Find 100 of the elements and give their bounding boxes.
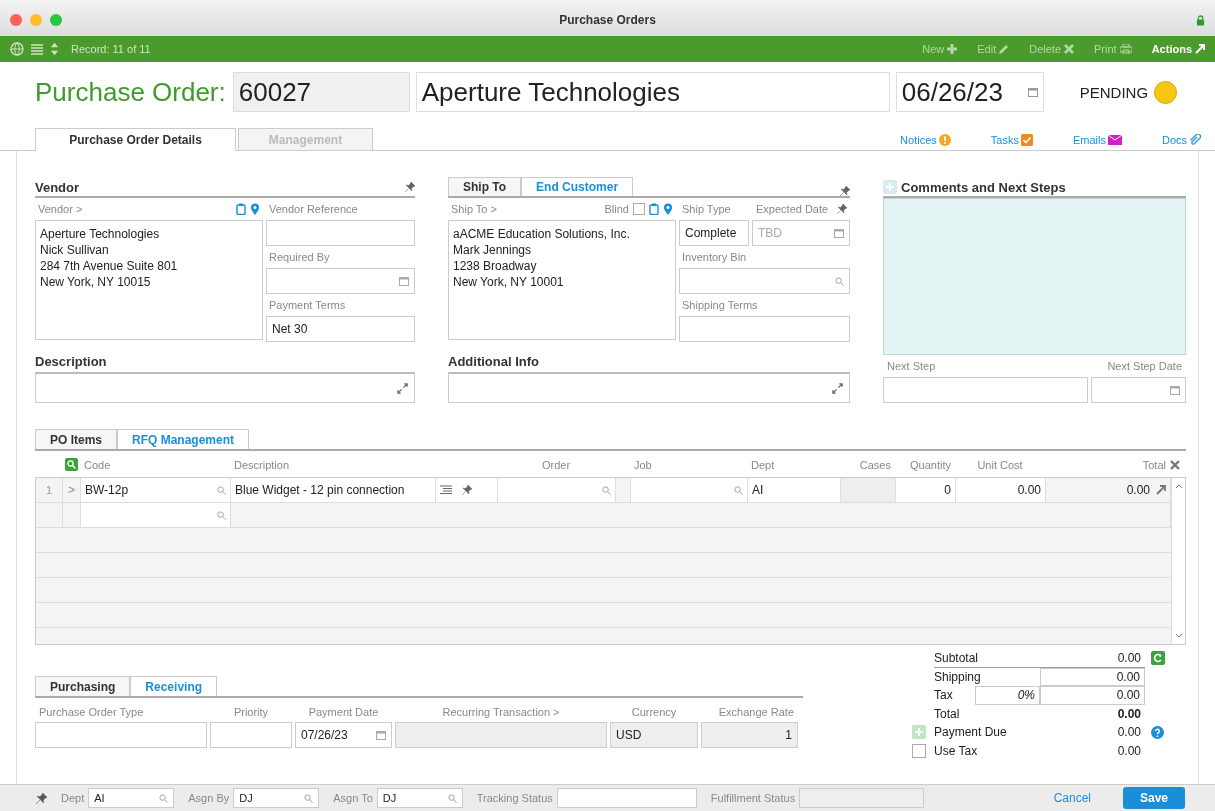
search-icon[interactable] xyxy=(447,793,457,803)
location-pin-icon[interactable] xyxy=(663,203,673,215)
save-button[interactable]: Save xyxy=(1123,787,1185,809)
toolbar-button[interactable]: Actions xyxy=(1151,43,1205,55)
shipping-field[interactable]: 0.00 xyxy=(1040,667,1145,686)
next-step-field[interactable] xyxy=(883,377,1088,403)
field-label[interactable]: Ship To > xyxy=(451,203,497,215)
table-cell[interactable]: BW-12p xyxy=(81,478,231,502)
search-icon[interactable] xyxy=(835,276,844,286)
up-down-icon[interactable] xyxy=(50,42,59,56)
pin-icon[interactable] xyxy=(840,186,850,196)
input-field[interactable] xyxy=(266,268,415,294)
code-entry-field[interactable] xyxy=(81,503,231,527)
zoom-button[interactable] xyxy=(50,14,62,26)
input-field[interactable] xyxy=(266,220,415,246)
tab[interactable]: Receiving xyxy=(130,676,218,696)
close-button[interactable] xyxy=(10,14,22,26)
table-cell[interactable]: Blue Widget - 12 pin connection xyxy=(231,478,436,502)
list-icon[interactable] xyxy=(30,43,44,55)
input-field[interactable] xyxy=(799,788,925,808)
vendor-name-field[interactable]: Aperture Technologies xyxy=(415,72,890,112)
next-step-date-field[interactable] xyxy=(1091,377,1186,403)
calendar-icon[interactable] xyxy=(834,228,844,238)
header-link[interactable]: Notices xyxy=(900,134,951,150)
input-field[interactable]: DJ xyxy=(376,788,463,808)
calendar-icon[interactable] xyxy=(399,276,409,286)
clipboard-icon[interactable] xyxy=(649,203,659,215)
blind-checkbox[interactable] xyxy=(633,203,645,215)
help-icon[interactable] xyxy=(1151,725,1164,739)
table-cell[interactable]: AI xyxy=(748,478,841,502)
calendar-icon[interactable] xyxy=(376,730,386,740)
order-number-field[interactable]: 60027 xyxy=(232,72,410,112)
tax-field[interactable]: 0.00 xyxy=(1040,686,1145,705)
input-field[interactable]: DJ xyxy=(233,788,320,808)
scrollbar[interactable] xyxy=(1171,478,1185,644)
pin-icon[interactable] xyxy=(405,182,415,192)
location-pin-icon[interactable] xyxy=(250,203,260,215)
field-label: Exchange Rate xyxy=(717,705,795,720)
vendor-address-field[interactable]: Aperture Technologies Nick Sullivan 284 7th Avenue Suite 801 New York, NY 10015 xyxy=(35,220,263,340)
input-field[interactable]: AI xyxy=(88,788,175,808)
tax-rate-field[interactable]: 0% xyxy=(975,686,1040,705)
expand-icon[interactable] xyxy=(397,382,408,394)
input-field[interactable] xyxy=(679,268,850,294)
minimize-button[interactable] xyxy=(30,14,42,26)
add-icon[interactable] xyxy=(912,725,926,740)
search-icon[interactable] xyxy=(64,458,78,471)
add-icon[interactable] xyxy=(883,180,897,194)
ship-type-field[interactable]: Complete xyxy=(679,220,749,246)
table-cell[interactable]: 0.00 xyxy=(956,478,1046,502)
search-icon[interactable] xyxy=(734,485,743,495)
search-icon[interactable] xyxy=(217,510,226,520)
calendar-icon[interactable] xyxy=(1027,87,1038,97)
tab[interactable]: Ship To xyxy=(448,177,522,196)
search-icon[interactable] xyxy=(217,485,226,495)
search-icon[interactable] xyxy=(159,793,169,803)
input-field[interactable]: 07/26/23 xyxy=(295,722,392,748)
pencil-icon xyxy=(999,44,1010,54)
pin-icon[interactable] xyxy=(462,485,472,495)
table-cell[interactable] xyxy=(498,478,616,502)
input-field[interactable] xyxy=(210,722,292,748)
header-link[interactable]: Docs xyxy=(1161,134,1201,150)
use-tax-checkbox[interactable] xyxy=(912,743,926,758)
clipboard-icon[interactable] xyxy=(236,203,246,215)
tab[interactable]: RFQ Management xyxy=(117,429,250,449)
additional-info-field[interactable] xyxy=(448,372,850,403)
header-link[interactable]: Tasks xyxy=(990,134,1033,150)
tab[interactable]: Purchase Order Details xyxy=(35,128,236,151)
tab[interactable]: End Customer xyxy=(521,177,634,196)
ship-to-address-field[interactable]: aACME Education Solutions, Inc. Mark Jennings 1238 Broadway New York, NY 10001 xyxy=(448,220,676,340)
delete-icon[interactable] xyxy=(1170,459,1180,470)
search-icon[interactable] xyxy=(304,793,314,803)
date-field[interactable]: 06/26/23 xyxy=(895,72,1044,112)
pin-icon[interactable] xyxy=(837,204,847,214)
header-link[interactable]: Emails xyxy=(1072,134,1122,150)
globe-icon[interactable] xyxy=(10,42,24,56)
notes-icon[interactable] xyxy=(440,485,452,495)
input-field[interactable]: 1 xyxy=(701,722,798,748)
arrow-icon[interactable] xyxy=(1156,485,1166,495)
input-field[interactable]: USD xyxy=(610,722,698,748)
refresh-icon[interactable] xyxy=(1150,651,1165,666)
input-field[interactable]: Net 30 xyxy=(266,316,415,342)
tab[interactable]: PO Items xyxy=(35,429,118,449)
comments-field[interactable] xyxy=(883,198,1186,355)
input-field[interactable] xyxy=(556,788,697,808)
description-field[interactable] xyxy=(35,372,415,403)
lock-icon xyxy=(1196,14,1205,26)
scroll-up-icon[interactable] xyxy=(1174,484,1183,489)
scroll-down-icon[interactable] xyxy=(1174,633,1183,638)
expand-icon[interactable] xyxy=(832,382,843,394)
input-field[interactable] xyxy=(679,316,850,342)
table-cell[interactable]: 0 xyxy=(896,478,956,502)
search-icon[interactable] xyxy=(602,485,611,495)
field-label[interactable]: Vendor > xyxy=(38,203,83,215)
field-label[interactable]: Recurring Transaction > xyxy=(395,702,607,722)
table-cell[interactable] xyxy=(631,478,748,502)
input-field[interactable] xyxy=(395,722,607,748)
calendar-icon[interactable] xyxy=(1170,385,1180,395)
input-field[interactable] xyxy=(35,722,207,748)
pin-icon[interactable] xyxy=(36,792,47,804)
tab[interactable]: Purchasing xyxy=(35,676,131,696)
